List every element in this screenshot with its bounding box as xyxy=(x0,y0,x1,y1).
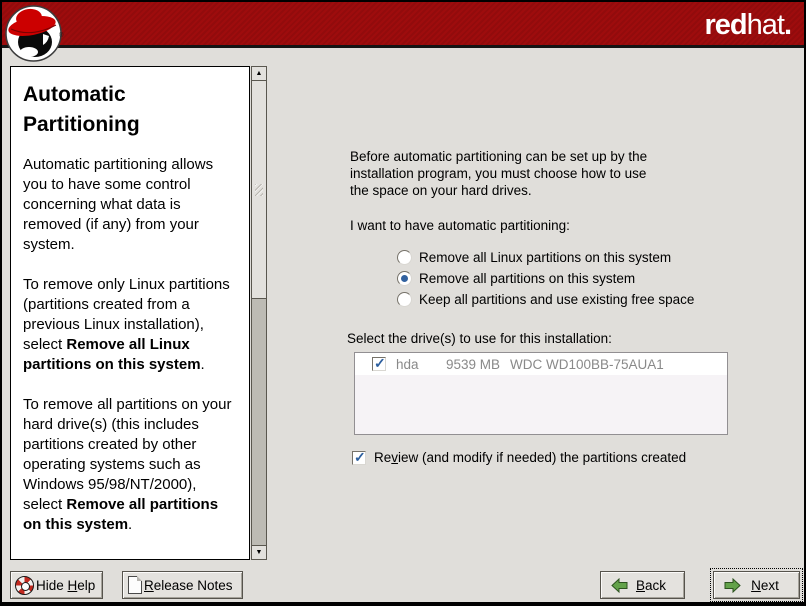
redhat-wordmark: redhat. xyxy=(704,9,791,42)
partitioning-prompt: I want to have automatic partitioning: xyxy=(350,218,570,233)
drive-list[interactable]: hda 9539 MB WDC WD100BB-75AUA1 xyxy=(354,352,728,435)
drive-row-hda[interactable]: hda 9539 MB WDC WD100BB-75AUA1 xyxy=(355,353,727,375)
scroll-down-icon[interactable]: ▼ xyxy=(251,545,267,560)
document-icon xyxy=(128,576,142,594)
help-panel: Automatic Partitioning Automatic partiti… xyxy=(10,66,250,560)
scrollbar-thumb[interactable] xyxy=(251,81,267,299)
radio-button-icon[interactable] xyxy=(397,250,412,265)
drive-select-label: Select the drive(s) to use for this inst… xyxy=(347,331,612,346)
help-title: Automatic Partitioning xyxy=(23,80,238,141)
next-label: Next xyxy=(741,578,789,593)
installer-window: redhat. ® Automatic Partitioning Automat… xyxy=(0,0,806,606)
radio-button-icon[interactable] xyxy=(397,271,412,286)
intro-text: Before automatic partitioning can be set… xyxy=(350,148,690,199)
back-arrow-icon xyxy=(611,578,628,593)
review-partitions-checkbox-row[interactable]: Review (and modify if needed) the partit… xyxy=(352,450,686,465)
brand-hat: hat xyxy=(747,9,784,41)
radio-label: Remove all partitions on this system xyxy=(419,271,635,286)
radio-label: Remove all Linux partitions on this syst… xyxy=(419,250,671,265)
scroll-up-icon[interactable]: ▲ xyxy=(251,66,267,81)
radio-label: Keep all partitions and use existing fre… xyxy=(419,292,694,307)
partitioning-radio-group: Remove all Linux partitions on this syst… xyxy=(397,247,694,310)
radio-remove-linux-partitions[interactable]: Remove all Linux partitions on this syst… xyxy=(397,247,694,268)
brand-red: red xyxy=(704,9,746,41)
back-label: Back xyxy=(628,578,674,593)
review-label: Review (and modify if needed) the partit… xyxy=(374,450,686,465)
next-arrow-icon xyxy=(724,578,741,593)
help-paragraph-3: To remove all partitions on your hard dr… xyxy=(23,395,238,535)
drive-name: hda xyxy=(396,357,438,372)
review-checkbox-icon[interactable] xyxy=(352,451,366,465)
scrollbar-trough[interactable] xyxy=(251,299,267,545)
drive-model: WDC WD100BB-75AUA1 xyxy=(510,357,664,372)
hide-help-button[interactable]: Hide Help xyxy=(10,571,103,599)
redhat-shadowman-logo-icon xyxy=(5,5,62,62)
help-lifering-icon xyxy=(15,576,34,595)
release-notes-button[interactable]: Release Notes xyxy=(122,571,243,599)
hide-help-label: Hide Help xyxy=(36,578,95,593)
help-paragraph-1: Automatic partitioning allows you to hav… xyxy=(23,155,238,255)
drive-size: 9539 MB xyxy=(438,357,500,372)
trademark-symbol: ® xyxy=(59,33,63,39)
back-button[interactable]: Back xyxy=(600,571,685,599)
next-button[interactable]: Next xyxy=(713,571,800,599)
radio-remove-all-partitions[interactable]: Remove all partitions on this system xyxy=(397,268,694,289)
header-banner: redhat. xyxy=(2,2,804,48)
radio-button-icon[interactable] xyxy=(397,292,412,307)
release-notes-label: Release Notes xyxy=(144,578,233,593)
drive-checkbox-icon[interactable] xyxy=(372,357,386,371)
radio-keep-all-partitions[interactable]: Keep all partitions and use existing fre… xyxy=(397,289,694,310)
help-paragraph-2: To remove only Linux partitions (partiti… xyxy=(23,275,238,375)
brand-dot: . xyxy=(784,9,791,41)
help-scrollbar[interactable]: ▲ ▼ xyxy=(251,66,267,560)
